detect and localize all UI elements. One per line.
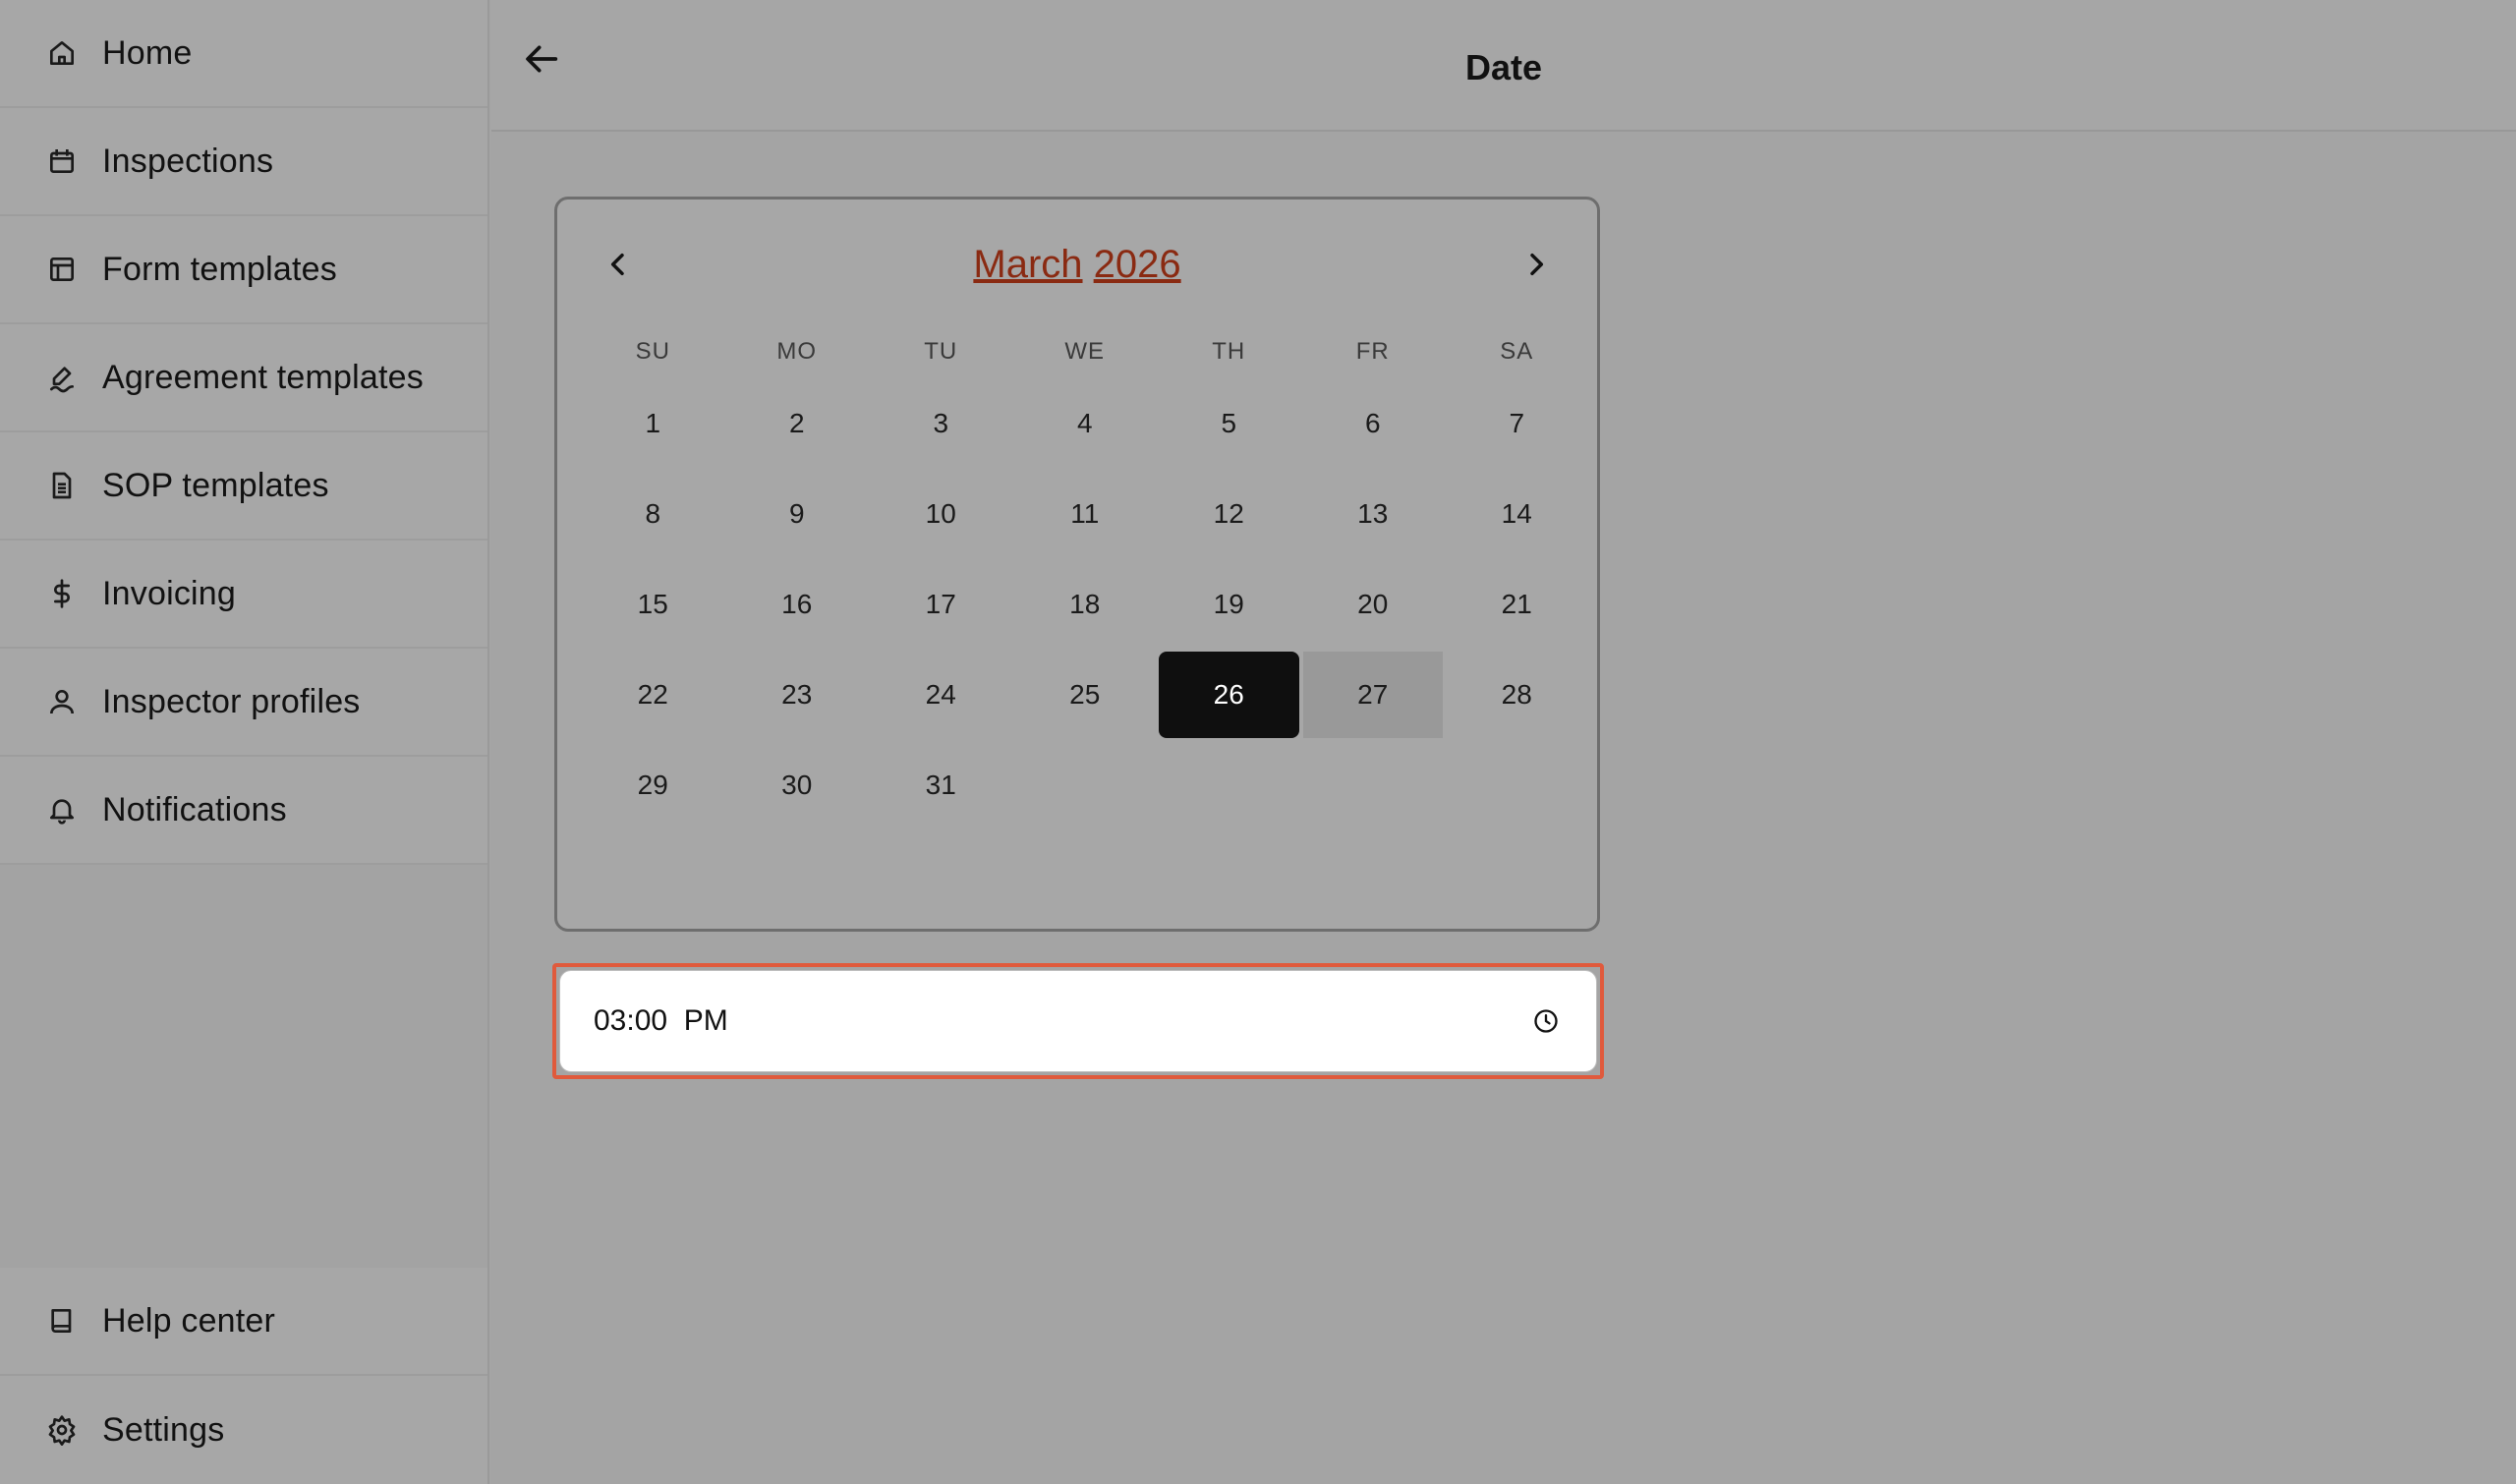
day-cell[interactable]: 2 [727, 380, 868, 467]
sidebar-item-label: Agreement templates [102, 358, 424, 396]
day-cell[interactable]: 10 [871, 471, 1011, 557]
signature-icon [45, 361, 79, 394]
sidebar-item-label: Help center [102, 1301, 276, 1340]
day-cell[interactable]: 18 [1015, 561, 1156, 648]
day-cell[interactable]: 5 [1159, 380, 1299, 467]
time-value: 03:00 PM [594, 1004, 728, 1037]
day-cell[interactable]: 13 [1303, 471, 1444, 557]
sidebar-item-agreement-templates[interactable]: Agreement templates [0, 324, 487, 432]
calendar-icon [45, 144, 79, 178]
day-cell[interactable]: 9 [727, 471, 868, 557]
sidebar-item-inspections[interactable]: Inspections [0, 108, 487, 216]
sidebar-item-form-templates[interactable]: Form templates [0, 216, 487, 324]
sidebar-item-label: Inspector profiles [102, 682, 361, 720]
day-cell[interactable]: 14 [1447, 471, 1587, 557]
time-input-focus-ring: 03:00 PM [552, 963, 1604, 1079]
day-cell[interactable]: 27 [1302, 652, 1443, 738]
sidebar-item-help-center[interactable]: Help center [0, 1268, 487, 1376]
day-cell[interactable]: 7 [1447, 380, 1587, 467]
weekday-header: SU [635, 338, 670, 365]
sidebar-item-sop-templates[interactable]: SOP templates [0, 432, 487, 541]
bell-icon [45, 793, 79, 827]
page-title: Date [1464, 47, 1543, 87]
sidebar-item-label: SOP templates [102, 466, 329, 504]
weekday-header: TH [1212, 338, 1246, 365]
day-cell[interactable]: 30 [727, 742, 868, 828]
day-cell[interactable]: 23 [727, 652, 868, 738]
weekday-header: WE [1064, 338, 1106, 365]
year-selector[interactable]: 2026 [1094, 243, 1181, 286]
sidebar-nav: Home Inspections Form templates Agreemen… [0, 0, 487, 865]
sidebar-item-label: Home [102, 33, 193, 72]
gear-icon [45, 1413, 79, 1447]
main-content: Date March 2026 SU MO TU WE TH FR SA 1 2 3 4 5 6 7 8 9 1… [491, 0, 2516, 1484]
day-cell[interactable]: 11 [1015, 471, 1156, 557]
sidebar-item-invoicing[interactable]: Invoicing [0, 541, 487, 649]
page-header: Date [491, 0, 2516, 132]
user-icon [45, 685, 79, 718]
month-year-caption: March 2026 [557, 243, 1597, 287]
day-cell[interactable]: 8 [583, 471, 723, 557]
book-icon [45, 1304, 79, 1338]
day-cell[interactable]: 24 [871, 652, 1011, 738]
sidebar-item-notifications[interactable]: Notifications [0, 757, 487, 865]
day-cell[interactable]: 25 [1015, 652, 1156, 738]
day-cell[interactable]: 3 [871, 380, 1011, 467]
day-cell[interactable]: 31 [871, 742, 1011, 828]
layout-icon [45, 253, 79, 286]
calendar-grid: SU MO TU WE TH FR SA 1 2 3 4 5 6 7 8 9 10 11 12 13 14 15 16 17 1… [581, 325, 1589, 830]
sidebar-item-settings[interactable]: Settings [0, 1376, 487, 1484]
day-cell[interactable]: 12 [1159, 471, 1299, 557]
day-cell[interactable]: 16 [727, 561, 868, 648]
day-cell[interactable]: 17 [871, 561, 1011, 648]
next-month-button[interactable] [1515, 243, 1558, 286]
sidebar-item-label: Invoicing [102, 574, 236, 612]
day-cell[interactable]: 21 [1447, 561, 1587, 648]
sidebar-item-label: Notifications [102, 790, 287, 828]
weekday-header: MO [776, 338, 818, 365]
day-cell[interactable]: 20 [1303, 561, 1444, 648]
home-icon [45, 36, 79, 70]
sidebar-item-label: Inspections [102, 142, 274, 180]
weekday-header: SA [1500, 338, 1534, 365]
day-cell-selected[interactable]: 26 [1159, 652, 1299, 738]
sidebar-item-inspector-profiles[interactable]: Inspector profiles [0, 649, 487, 757]
document-icon [45, 469, 79, 502]
sidebar-item-label: Settings [102, 1410, 225, 1449]
sidebar: Home Inspections Form templates Agreemen… [0, 0, 489, 1484]
weekday-header: FR [1355, 338, 1390, 365]
dollar-icon [45, 577, 79, 610]
day-cell[interactable]: 15 [583, 561, 723, 648]
weekday-header: TU [924, 338, 958, 365]
sidebar-top: Home Inspections Form templates Agreemen… [0, 0, 487, 867]
date-picker-calendar: March 2026 SU MO TU WE TH FR SA 1 2 3 4 5 6 7 8 9 10 11 12… [554, 197, 1600, 932]
chevron-right-icon [1530, 253, 1544, 276]
day-cell[interactable]: 6 [1303, 380, 1444, 467]
clock-icon[interactable] [1531, 1006, 1561, 1036]
sidebar-item-home[interactable]: Home [0, 0, 487, 108]
day-cell[interactable]: 1 [583, 380, 723, 467]
day-cell[interactable]: 4 [1015, 380, 1156, 467]
time-input[interactable]: 03:00 PM [559, 970, 1597, 1072]
day-cell[interactable]: 19 [1159, 561, 1299, 648]
day-cell[interactable]: 22 [583, 652, 723, 738]
day-cell[interactable]: 29 [583, 742, 723, 828]
month-selector[interactable]: March [973, 243, 1082, 286]
sidebar-bottom: Help center Settings [0, 1268, 487, 1484]
day-cell[interactable]: 28 [1447, 652, 1587, 738]
sidebar-item-label: Form templates [102, 250, 337, 288]
